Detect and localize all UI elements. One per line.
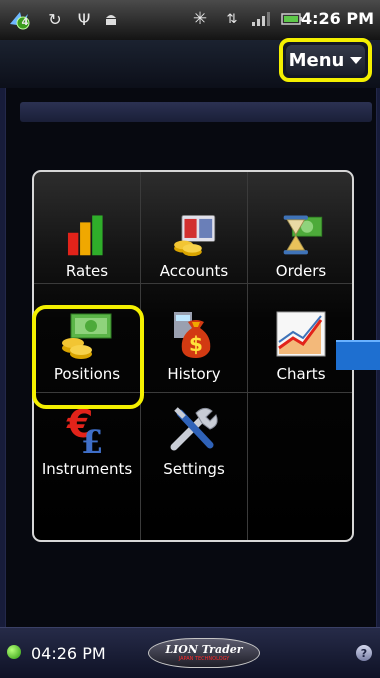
sync-icon: ↻	[48, 9, 62, 29]
tools-icon	[170, 407, 218, 451]
signal-icon	[250, 8, 272, 30]
svg-text:$: $	[189, 332, 203, 356]
grid-item-label: Instruments	[41, 460, 133, 478]
data-transfer-icon: ⇅	[226, 11, 238, 27]
notification-count: 4	[21, 16, 29, 28]
logo-subtext: JAPAN TECHNOLOGY	[178, 656, 230, 662]
grid-item-history[interactable]: $ History	[141, 284, 247, 392]
connection-status-icon	[7, 645, 21, 659]
grid-item-label: Accounts	[159, 262, 229, 280]
grid-item-rates[interactable]: Rates	[34, 172, 140, 280]
grid-item-settings[interactable]: Settings	[141, 393, 247, 501]
grid-item-accounts[interactable]: Accounts	[141, 172, 247, 280]
menu-button[interactable]: Menu	[286, 45, 365, 75]
grid-item-label: Positions	[53, 365, 121, 383]
menu-button-highlight: Menu	[279, 38, 372, 82]
bluetooth-icon: ✳	[192, 9, 208, 29]
accounts-ledger-icon	[174, 215, 216, 257]
main-menu-grid: Rates Accounts Orders Positions $ Histor…	[32, 170, 354, 542]
help-icon[interactable]: ?	[356, 645, 372, 661]
currency-symbols-icon: € £	[66, 403, 103, 455]
svg-text:£: £	[81, 423, 103, 455]
blue-arrow-indicator	[336, 340, 380, 370]
logo-text: LION Trader	[165, 643, 243, 656]
grid-item-label: Charts	[276, 365, 326, 383]
lion-trader-logo: LION Trader JAPAN TECHNOLOGY	[148, 638, 260, 668]
usb-icon: Ψ	[77, 9, 91, 29]
menu-button-label: Menu	[288, 49, 345, 71]
line-chart-icon	[276, 311, 326, 357]
chevron-down-icon	[350, 56, 363, 64]
money-coins-icon	[62, 313, 112, 359]
grid-item-charts[interactable]: Charts	[248, 284, 352, 392]
status-time: 4:26 PM	[300, 9, 374, 28]
money-bag-icon: $	[174, 312, 211, 358]
grid-item-label: Orders	[275, 262, 327, 280]
sub-header-bar	[20, 102, 372, 122]
grid-item-label: History	[167, 365, 221, 383]
hourglass-money-icon	[283, 215, 323, 255]
bar-chart-icon	[67, 215, 103, 256]
android-debug-icon	[102, 8, 120, 30]
grid-item-label: Rates	[65, 262, 109, 280]
footer-time: 04:26 PM	[31, 644, 106, 663]
grid-item-instruments[interactable]: € £ Instruments	[34, 393, 140, 501]
status-bar: 4 ↻ Ψ ✳ ⇅ 4:26 PM	[0, 0, 380, 40]
grid-item-label: Settings	[163, 460, 225, 478]
grid-item-orders[interactable]: Orders	[248, 172, 352, 280]
grid-item-positions[interactable]: Positions	[34, 284, 140, 392]
